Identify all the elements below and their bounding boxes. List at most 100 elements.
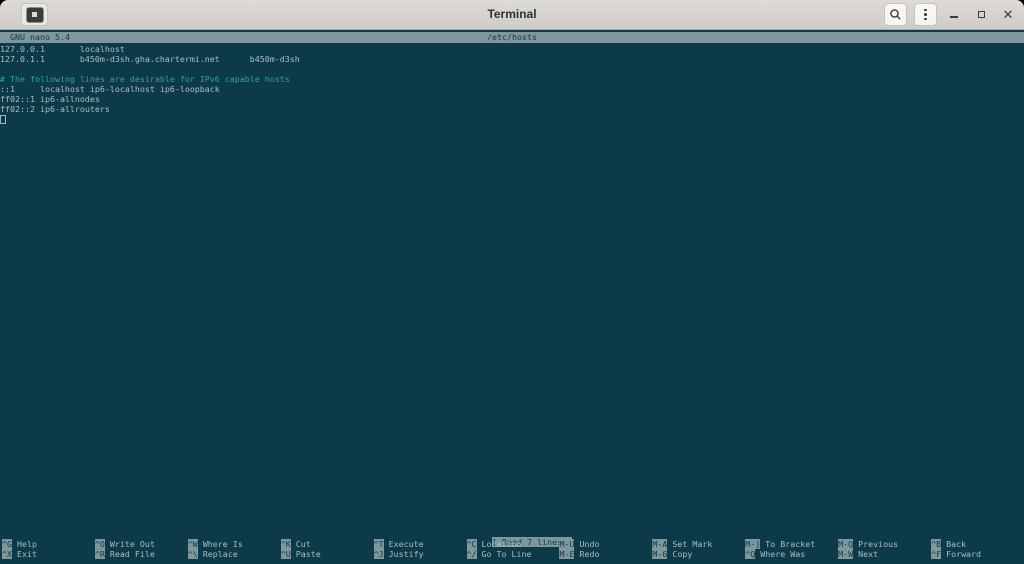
shortcut-row: ^W Where Is <box>187 539 281 549</box>
minimize-icon <box>950 15 958 18</box>
shortcut-row: ^B Back <box>931 539 1024 549</box>
shortcut-row: M-U Undo <box>559 539 652 549</box>
maximize-button[interactable] <box>971 3 991 26</box>
shortcut-label: Paste <box>295 549 321 559</box>
shortcut-label: To Bracket <box>765 539 816 549</box>
shortcut-row: ^F Forward <box>931 549 1024 559</box>
shortcut-label: Set Mark <box>672 539 713 549</box>
shortcut-label: Write Out <box>109 539 155 549</box>
shortcut-row: M-W Next <box>838 549 931 559</box>
titlebar-controls: ✕ <box>884 0 1018 29</box>
kebab-menu-icon <box>924 8 927 21</box>
shortcut-key: ^F <box>931 549 942 559</box>
shortcut-key: M-A <box>652 539 668 549</box>
shortcut-row: ^\ Replace <box>187 549 281 559</box>
shortcut-column: ^G Help ^X Exit <box>2 539 95 559</box>
maximize-icon <box>977 11 985 18</box>
window-titlebar: Terminal ✕ <box>0 0 1024 30</box>
shortcut-key: ^T <box>373 539 384 549</box>
shortcut-column: M-U Undo M-E Redo <box>559 539 652 559</box>
shortcut-key: ^X <box>2 549 12 559</box>
shortcut-key: ^U <box>280 549 291 559</box>
shortcut-row: ^K Cut <box>280 539 374 549</box>
shortcut-key: M-W <box>838 549 854 559</box>
shortcut-key: M-] <box>745 539 761 549</box>
terminal-viewport[interactable]: GNU nano 5.4 /etc/hosts 127.0.0.1 localh… <box>0 30 1024 564</box>
shortcut-row: ^Q Where Was <box>745 549 838 559</box>
editor-line: ::1 localhost ip6-localhost ip6-loopback <box>0 84 220 94</box>
shortcut-column: ^K Cut ^U Paste <box>280 539 374 559</box>
shortcut-key: M-6 <box>652 549 668 559</box>
shortcut-row: ^J Justify <box>373 549 467 559</box>
shortcut-row: M-] To Bracket <box>745 539 838 549</box>
nano-bottom-area: [ Read 7 lines ] ^G Help ^X Exit ^O Write Out… <box>0 527 1024 564</box>
shortcut-bar: ^G Help ^X Exit ^O Write Out ^R Read File ^W Wher… <box>0 538 1024 564</box>
shortcut-label: Location <box>481 539 522 549</box>
shortcut-row: ^C Location <box>466 539 560 549</box>
text-cursor <box>0 115 6 124</box>
shortcut-column: ^O Write Out ^R Read File <box>94 539 188 559</box>
shortcut-key: M-Q <box>838 539 854 549</box>
shortcut-row: ^X Exit <box>2 549 95 559</box>
shortcut-key: ^K <box>280 539 291 549</box>
shortcut-label: Copy <box>672 549 693 559</box>
minimize-button[interactable] <box>944 3 964 26</box>
window-title: Terminal <box>487 7 537 21</box>
editor-line: # The following lines are desirable for … <box>0 74 290 84</box>
shortcut-label: Back <box>946 539 967 549</box>
shortcut-label: Read File <box>109 549 155 559</box>
editor-line: ff02::2 ip6-allrouters <box>0 104 110 114</box>
shortcut-label: Where Is <box>202 539 243 549</box>
nano-filename-label: /etc/hosts <box>487 32 537 42</box>
shortcut-row: M-Q Previous <box>838 539 931 549</box>
nano-titlebar: GNU nano 5.4 /etc/hosts <box>0 32 1024 43</box>
editor-line: 127.0.0.1 localhost <box>0 44 125 54</box>
shortcut-key: ^W <box>187 539 198 549</box>
shortcut-label: Help <box>17 539 37 549</box>
shortcut-key: ^J <box>373 549 384 559</box>
editor-lines[interactable]: 127.0.0.1 localhost 127.0.1.1 b450m-d3sh.… <box>0 43 1024 114</box>
shortcut-column: M-A Set Mark M-6 Copy <box>652 539 745 559</box>
close-icon: ✕ <box>1002 7 1014 22</box>
shortcut-label: Go To Line <box>481 549 532 559</box>
shortcut-row: M-A Set Mark <box>652 539 745 549</box>
shortcut-row: ^G Help <box>2 539 95 549</box>
shortcut-row: ^/ Go To Line <box>466 549 560 559</box>
nano-status-row: [ Read 7 lines ] <box>0 527 1024 547</box>
shortcut-key: M-U <box>559 539 575 549</box>
shortcut-column: ^B Back ^F Forward <box>931 539 1024 559</box>
shortcut-label: Next <box>858 549 879 559</box>
shortcut-label: Replace <box>202 549 238 559</box>
search-icon <box>890 9 901 20</box>
shortcut-key: ^B <box>931 539 942 549</box>
shortcut-label: Cut <box>295 539 311 549</box>
shortcut-label: Justify <box>388 549 424 559</box>
shortcut-label: Exit <box>17 549 37 559</box>
shortcut-row: M-6 Copy <box>652 549 745 559</box>
close-button[interactable]: ✕ <box>998 3 1018 26</box>
shortcut-key: ^G <box>2 539 12 549</box>
shortcut-column: ^C Location ^/ Go To Line <box>466 539 560 559</box>
menu-button[interactable] <box>914 3 937 26</box>
shortcut-row: M-E Redo <box>559 549 652 559</box>
shortcut-label: Forward <box>946 549 982 559</box>
shortcut-row: ^U Paste <box>280 549 374 559</box>
shortcut-label: Redo <box>579 549 600 559</box>
shortcut-row: ^R Read File <box>94 549 188 559</box>
shortcut-key: M-E <box>559 549 575 559</box>
shortcut-label: Where Was <box>760 549 806 559</box>
terminal-window: Terminal ✕ GNU nano 5.4 /etc/hosts 127.0… <box>0 0 1024 564</box>
shortcut-label: Execute <box>388 539 424 549</box>
shortcut-column: M-Q Previous M-W Next <box>838 539 931 559</box>
editor-line: ff02::1 ip6-allnodes <box>0 94 100 104</box>
shortcut-column: ^W Where Is ^\ Replace <box>187 539 281 559</box>
shortcut-column: ^T Execute ^J Justify <box>373 539 467 559</box>
shortcut-key: ^C <box>466 539 477 549</box>
editor-line: 127.0.1.1 b450m-d3sh.gha.chartermi.net b… <box>0 54 300 64</box>
shortcut-label: Undo <box>579 539 600 549</box>
shortcut-row: ^O Write Out <box>94 539 188 549</box>
editor-cursor-line <box>0 114 1024 124</box>
search-button[interactable] <box>884 3 907 26</box>
shortcut-row: ^T Execute <box>373 539 467 549</box>
